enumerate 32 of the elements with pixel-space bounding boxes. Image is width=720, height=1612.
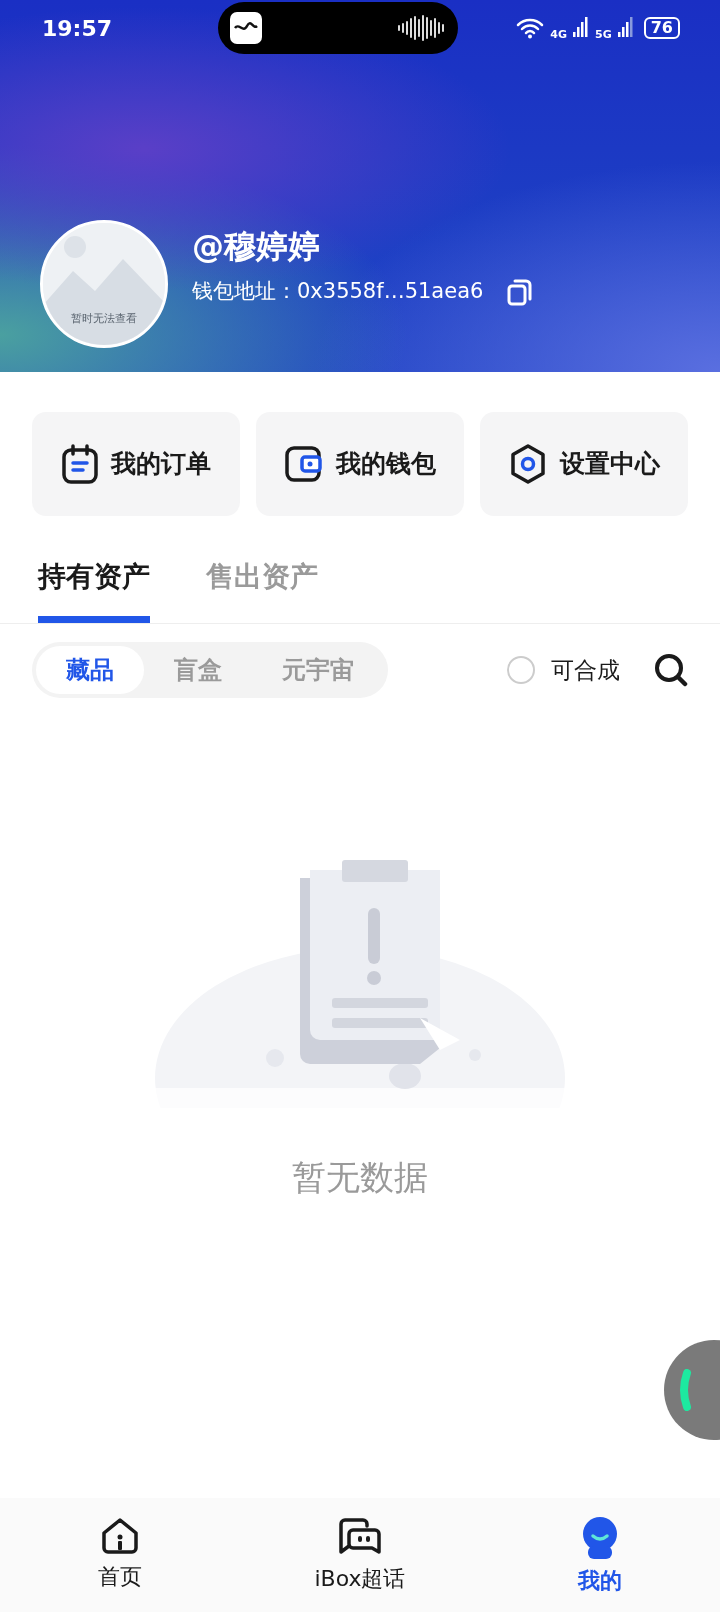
user-name: @穆婷婷 xyxy=(192,230,321,263)
wallet-label: 钱包地址： xyxy=(192,278,297,306)
asset-tab[interactable]: 持有资产 xyxy=(38,556,150,623)
quick-action-button[interactable]: 我的钱包 xyxy=(256,412,464,516)
segment-tab[interactable]: 藏品 xyxy=(36,646,144,694)
sound-wave-icon xyxy=(398,14,447,42)
battery-level: 76 xyxy=(643,17,680,39)
wallet-address: 0x3558f…51aea6 xyxy=(297,278,484,306)
network-label: 5G xyxy=(595,26,612,43)
signal-icon xyxy=(573,17,590,39)
search-icon[interactable] xyxy=(654,653,688,687)
wallet-icon xyxy=(284,445,324,483)
arc-icon xyxy=(678,1369,692,1411)
quick-action-button[interactable]: 设置中心 xyxy=(480,412,688,516)
copy-icon[interactable] xyxy=(507,278,534,306)
nav-tab[interactable]: iBox超话 xyxy=(240,1516,480,1612)
app-logo-icon xyxy=(230,12,263,44)
status-time: 19:57 xyxy=(42,14,113,43)
empty-message: 暂无数据 xyxy=(292,1156,428,1199)
avatar[interactable]: 暂时无法查看 xyxy=(40,220,168,348)
signal-icon xyxy=(617,17,634,39)
notepad-icon xyxy=(61,443,99,485)
quick-action-button[interactable]: 我的订单 xyxy=(32,412,240,516)
mascot-icon xyxy=(580,1516,620,1560)
nav-tab[interactable]: 首页 xyxy=(0,1516,240,1612)
settings-icon xyxy=(508,443,548,485)
composable-checkbox[interactable]: 可合成 xyxy=(507,652,620,688)
wifi-icon xyxy=(516,17,545,39)
network-label: 4G xyxy=(550,26,568,43)
avatar-caption: 暂时无法查看 xyxy=(70,310,138,327)
nav-tab[interactable]: 我的 xyxy=(480,1516,720,1612)
home-icon xyxy=(100,1516,140,1556)
